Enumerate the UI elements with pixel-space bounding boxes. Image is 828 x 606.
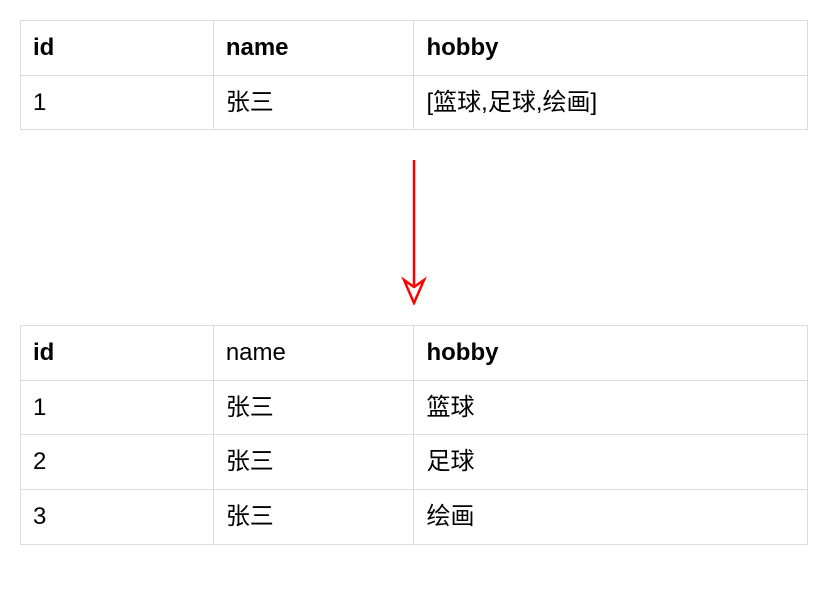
cell-name: 张三 xyxy=(213,435,414,490)
cell-id: 2 xyxy=(21,435,214,490)
table-row: 2 张三 足球 xyxy=(21,435,808,490)
col-header-id: id xyxy=(21,21,214,76)
col-header-hobby: hobby xyxy=(414,326,808,381)
cell-id: 1 xyxy=(21,380,214,435)
table-header-row: id name hobby xyxy=(21,21,808,76)
cell-name: 张三 xyxy=(213,489,414,544)
cell-hobby: 篮球 xyxy=(414,380,808,435)
table-row: 3 张三 绘画 xyxy=(21,489,808,544)
cell-hobby: 绘画 xyxy=(414,489,808,544)
transform-arrow xyxy=(20,130,808,325)
diagram-wrapper: id name hobby 1 张三 [篮球,足球,绘画] id name ho… xyxy=(20,20,808,545)
col-header-name: name xyxy=(213,326,414,381)
cell-id: 3 xyxy=(21,489,214,544)
table-row: 1 张三 篮球 xyxy=(21,380,808,435)
table-header-row: id name hobby xyxy=(21,326,808,381)
table-row: 1 张三 [篮球,足球,绘画] xyxy=(21,75,808,130)
cell-name: 张三 xyxy=(213,380,414,435)
cell-name: 张三 xyxy=(213,75,414,130)
result-table: id name hobby 1 张三 篮球 2 张三 足球 3 张三 绘画 xyxy=(20,325,808,544)
col-header-name: name xyxy=(213,21,414,76)
arrow-down-icon xyxy=(394,155,434,305)
cell-hobby: [篮球,足球,绘画] xyxy=(414,75,808,130)
cell-hobby: 足球 xyxy=(414,435,808,490)
cell-id: 1 xyxy=(21,75,214,130)
col-header-hobby: hobby xyxy=(414,21,808,76)
col-header-id: id xyxy=(21,326,214,381)
source-table: id name hobby 1 张三 [篮球,足球,绘画] xyxy=(20,20,808,130)
